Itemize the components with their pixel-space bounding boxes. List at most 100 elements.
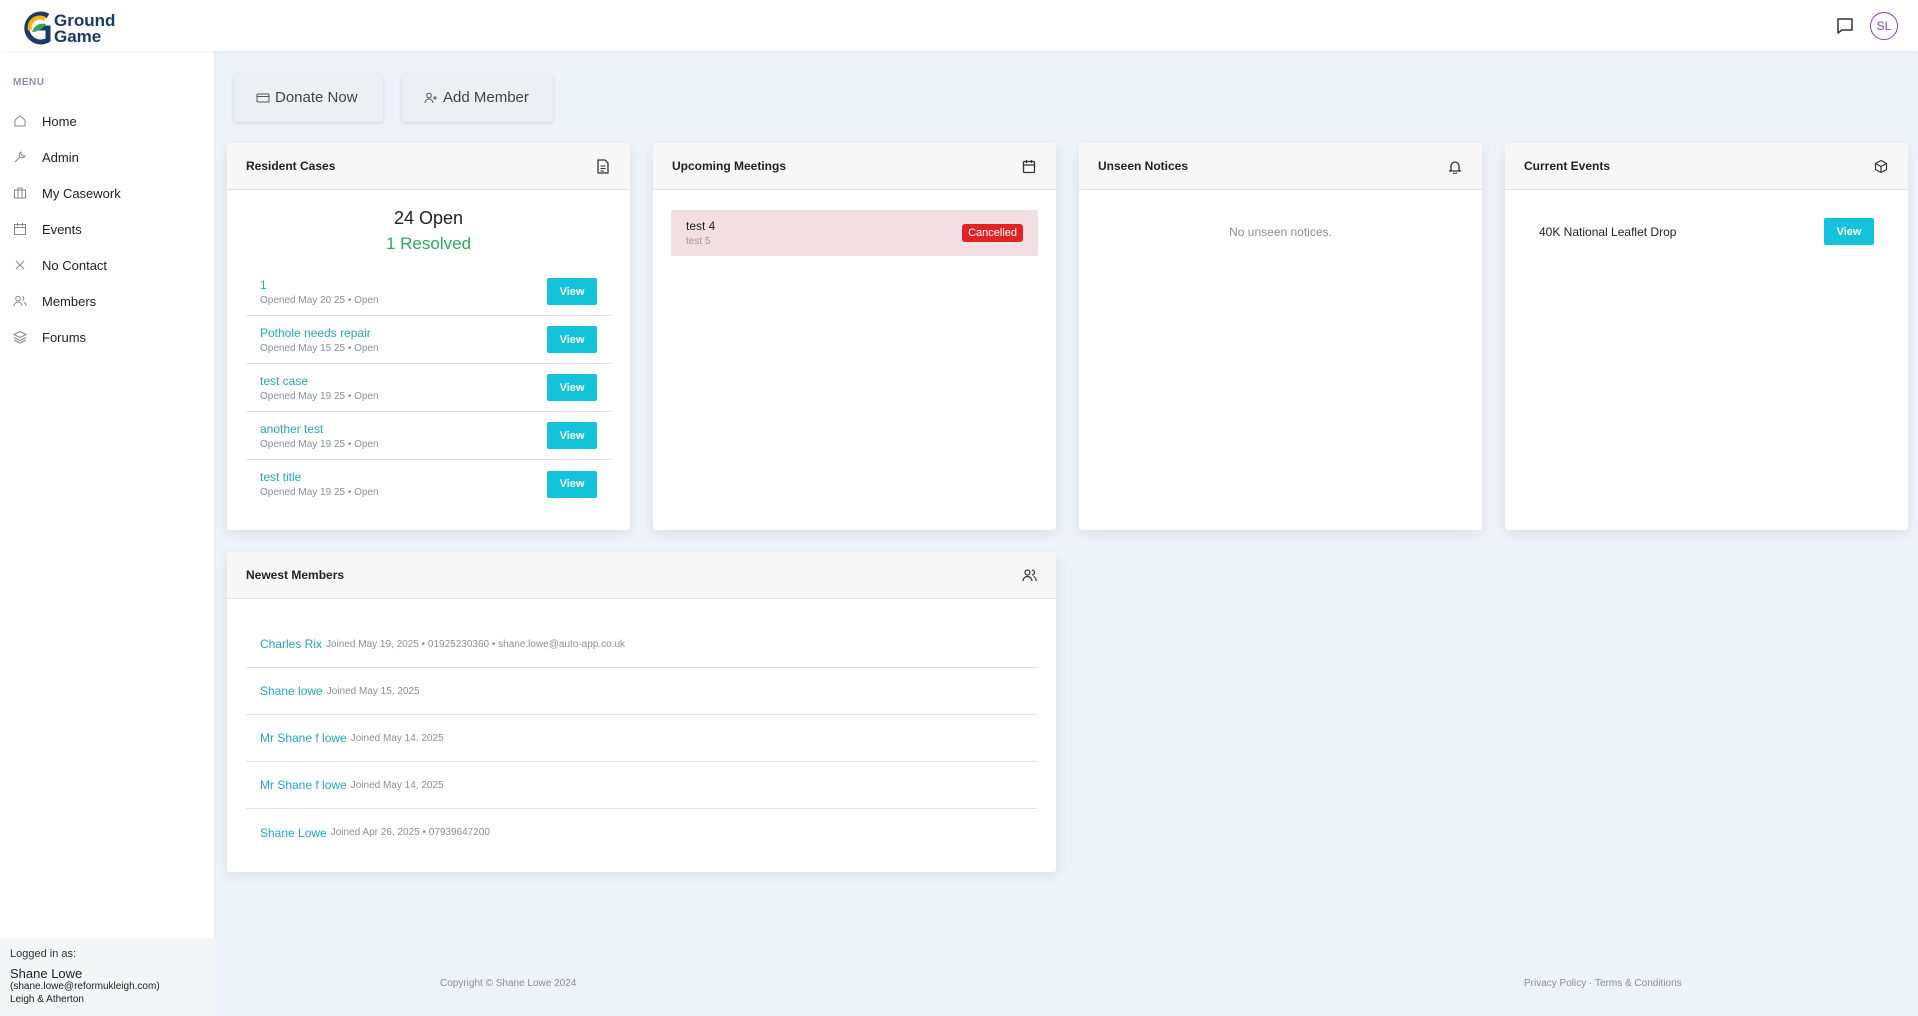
terms-conditions-link[interactable]: Terms & Conditions [1595,978,1682,989]
card-title: Unseen Notices [1098,159,1189,173]
card-title: Upcoming Meetings [672,159,787,173]
case-meta: Opened May 19 25 • Open [260,438,379,450]
sidebar-item-label: Home [42,113,77,129]
bell-icon [1448,159,1463,174]
view-case-button[interactable]: View [547,278,597,305]
list-item: Shane Lowe Joined Apr 26, 2025 • 0793964… [246,809,1037,856]
logged-in-label: Logged in as: [10,948,77,960]
footer-separator: · [1589,978,1593,989]
box-icon [1874,159,1889,174]
logged-in-constituency: Leigh & Atherton [10,994,84,1005]
document-icon [596,158,611,174]
upcoming-meetings-card: Upcoming Meetings test 4 test 5 Cancelle… [653,143,1056,530]
unseen-notices-card: Unseen Notices No unseen notices. [1079,143,1482,530]
privacy-policy-link[interactable]: Privacy Policy [1524,978,1586,989]
sidebar-item-label: My Casework [42,185,121,201]
meeting-subtitle: test 5 [686,236,711,247]
empty-notices-message: No unseen notices. [1229,225,1332,239]
list-item: Charles Rix Joined May 19, 2025 • 019252… [246,621,1037,668]
resident-cases-card: Resident Cases 24 Open 1 Resolved 1 Opene… [227,143,630,530]
calendar-icon [14,223,26,235]
sidebar-item-my-casework[interactable]: My Casework [0,175,215,211]
sidebar-item-members[interactable]: Members [0,283,215,319]
add-member-label: Add Member [443,89,529,106]
users-icon [13,295,27,307]
home-icon [14,115,26,127]
case-title-link[interactable]: another test [260,422,379,436]
case-title-link[interactable]: test case [260,374,379,388]
sidebar-nav: Home Admin My Casework Events No Contact… [0,103,215,355]
list-item: test title Opened May 19 25 • Open View [246,460,611,508]
view-event-button[interactable]: View [1824,218,1874,245]
member-list: Charles Rix Joined May 19, 2025 • 019252… [246,621,1037,856]
menu-title: MENU [13,77,45,88]
member-details: Joined Apr 26, 2025 • 07939647200 [330,827,490,838]
list-item: Mr Shane f lowe Joined May 14, 2025 [246,715,1037,762]
current-events-card: Current Events 40K National Leaflet Drop… [1505,143,1908,530]
view-case-button[interactable]: View [547,470,597,498]
list-item: another test Opened May 19 25 • Open View [246,412,611,460]
list-item: Pothole needs repair Opened May 15 25 • O… [246,316,611,364]
case-meta: Opened May 19 25 • Open [260,390,379,402]
meeting-title: test 4 [686,219,716,233]
meeting-item[interactable]: test 4 test 5 Cancelled [671,210,1038,256]
list-item: 40K National Leaflet Drop View [1539,218,1874,245]
add-member-button[interactable]: Add Member [402,73,553,122]
member-name-link[interactable]: Mr Shane f lowe [260,778,347,792]
open-cases-count: 24 Open [393,208,464,228]
status-badge: Cancelled [962,224,1023,242]
app-logo[interactable]: Ground Game [22,8,115,48]
sidebar-item-label: Events [42,221,82,237]
sidebar-item-home[interactable]: Home [0,103,215,139]
donate-now-button[interactable]: Donate Now [234,73,383,122]
sidebar-item-label: Members [42,293,97,309]
newest-members-card: Newest Members Charles Rix Joined May 19… [227,552,1056,872]
top-bar: Ground Game SL [0,0,1918,51]
member-details: Joined May 19, 2025 • 01925230360 • shan… [326,638,626,650]
list-item: 1 Opened May 20 25 • Open View [246,268,611,316]
add-user-icon [424,92,437,103]
resolved-cases-count: 1 Resolved [385,234,472,253]
case-list: 1 Opened May 20 25 • Open View Pothole ne… [246,268,611,508]
logged-in-panel: Logged in as: Shane Lowe (shane.lowe@ref… [0,938,215,1016]
layers-icon [13,331,27,344]
sidebar-item-label: Forums [42,329,87,345]
event-name: 40K National Leaflet Drop [1539,224,1677,239]
footer-links: Privacy Policy · Terms & Conditions [1524,978,1682,989]
card-title: Current Events [1524,159,1611,173]
case-title-link[interactable]: Pothole needs repair [260,326,379,340]
credit-card-icon [256,93,270,102]
x-icon [15,260,25,270]
footer-copyright: Copyright © Shane Lowe 2024 [440,978,577,989]
view-case-button[interactable]: View [547,326,597,353]
sidebar-item-forums[interactable]: Forums [0,319,215,355]
member-details: Joined May 14, 2025 [350,732,444,744]
view-case-button[interactable]: View [547,422,597,449]
case-meta: Opened May 19 25 • Open [260,487,379,498]
logo-mark-icon [22,8,52,48]
wrench-icon [14,151,26,163]
sidebar-item-no-contact[interactable]: No Contact [0,247,215,283]
sidebar-item-label: Admin [42,149,79,165]
case-title-link[interactable]: test title [260,470,379,484]
case-title-link[interactable]: 1 [260,278,379,292]
member-name-link[interactable]: Mr Shane f lowe [260,731,347,745]
list-item: Mr Shane f lowe Joined May 14, 2025 [246,762,1037,809]
member-name-link[interactable]: Shane Lowe [260,826,327,840]
view-case-button[interactable]: View [547,374,597,401]
member-name-link[interactable]: Charles Rix [260,637,322,651]
logged-in-user-name: Shane Lowe [10,966,83,981]
sidebar-item-events[interactable]: Events [0,211,215,247]
member-details: Joined May 15, 2025 [326,685,420,697]
card-title: Resident Cases [246,159,336,173]
card-title: Newest Members [246,568,345,582]
case-meta: Opened May 20 25 • Open [260,294,379,306]
sidebar: MENU Home Admin My Casework Events No Co… [0,51,215,1016]
users-icon [1022,568,1037,583]
chat-icon[interactable] [1834,15,1856,37]
sidebar-item-admin[interactable]: Admin [0,139,215,175]
user-avatar[interactable]: SL [1870,12,1898,40]
member-name-link[interactable]: Shane lowe [260,684,323,698]
briefcase-icon [14,187,26,199]
list-item: Shane lowe Joined May 15, 2025 [246,668,1037,715]
